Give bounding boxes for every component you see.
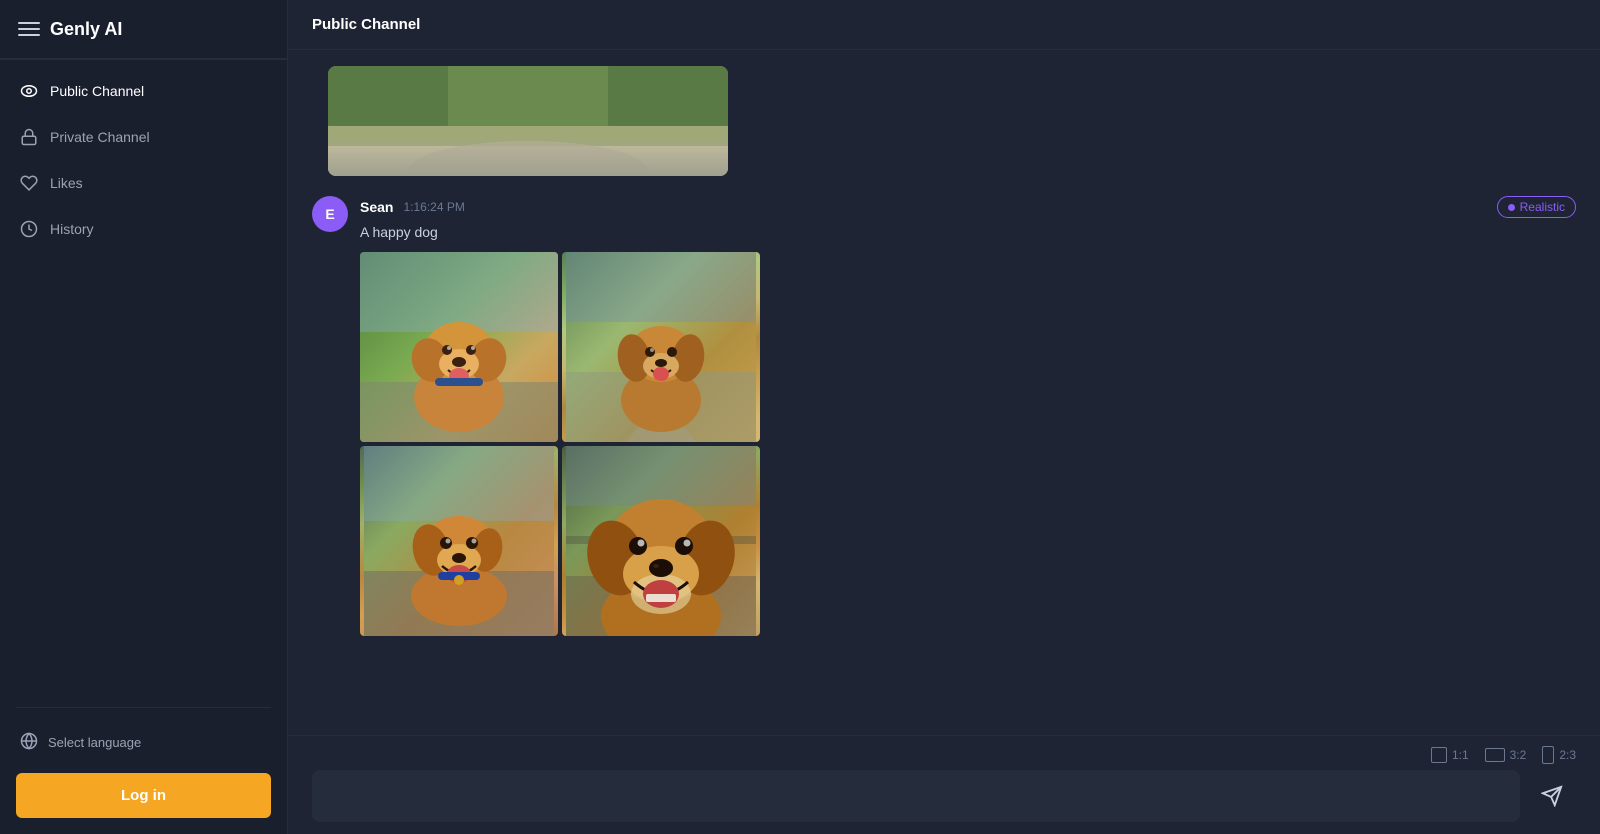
login-button[interactable]: Log in xyxy=(16,773,271,818)
sidebar-header: Genly AI xyxy=(0,0,287,59)
ratio-1-1[interactable]: 1:1 xyxy=(1431,747,1469,763)
top-image-container xyxy=(312,66,1576,176)
sidebar-item-label: Private Channel xyxy=(50,129,150,145)
ratio-2-3-icon xyxy=(1542,746,1554,764)
eye-icon xyxy=(20,82,38,100)
heart-icon xyxy=(20,174,38,192)
message-body: Sean 1:16:24 PM Realistic A happy dog xyxy=(360,196,1576,636)
top-partial-image xyxy=(328,66,728,176)
dog-image-3[interactable] xyxy=(360,446,558,636)
app-title: Genly AI xyxy=(50,19,122,40)
ratio-3-2[interactable]: 3:2 xyxy=(1485,748,1527,762)
message-input[interactable] xyxy=(312,770,1520,822)
sidebar-item-history[interactable]: History xyxy=(0,206,287,252)
dog-image-4[interactable] xyxy=(562,446,760,636)
ratio-bar: 1:1 3:2 2:3 xyxy=(312,736,1576,770)
sidebar-item-public-channel[interactable]: Public Channel xyxy=(0,68,287,114)
input-row xyxy=(312,770,1576,834)
messages-area[interactable]: E Sean 1:16:24 PM Realistic A happy dog xyxy=(288,50,1600,735)
image-grid xyxy=(360,252,760,636)
lock-icon xyxy=(20,128,38,146)
send-icon xyxy=(1541,785,1563,807)
clock-icon xyxy=(20,220,38,238)
main-header: Public Channel xyxy=(288,0,1600,50)
ratio-3-2-icon xyxy=(1485,748,1505,762)
sidebar-item-label: Public Channel xyxy=(50,83,144,99)
sidebar-item-likes[interactable]: Likes xyxy=(0,160,287,206)
sidebar-item-private-channel[interactable]: Private Channel xyxy=(0,114,287,160)
select-language-label: Select language xyxy=(48,735,141,750)
main-content: Public Channel E xyxy=(288,0,1600,834)
sidebar-bottom: Select language Log in xyxy=(0,691,287,834)
language-icon xyxy=(20,732,38,753)
message-text: A happy dog xyxy=(360,224,1576,240)
sidebar-nav: Public Channel Private Channel Likes xyxy=(0,60,287,691)
dog-image-2[interactable] xyxy=(562,252,760,442)
message-item: E Sean 1:16:24 PM Realistic A happy dog xyxy=(312,196,1576,636)
bottom-toolbar: 1:1 3:2 2:3 xyxy=(288,735,1600,834)
avatar: E xyxy=(312,196,348,232)
ratio-2-3[interactable]: 2:3 xyxy=(1542,746,1576,764)
sidebar-bottom-divider xyxy=(16,707,271,708)
select-language[interactable]: Select language xyxy=(16,724,271,761)
dog-image-1[interactable] xyxy=(360,252,558,442)
realistic-badge: Realistic xyxy=(1497,196,1576,218)
send-button[interactable] xyxy=(1528,772,1576,820)
sidebar-item-label: Likes xyxy=(50,175,83,191)
message-username: Sean xyxy=(360,199,393,215)
sidebar: Genly AI Public Channel Private Channel xyxy=(0,0,288,834)
message-header: Sean 1:16:24 PM Realistic xyxy=(360,196,1576,218)
menu-icon[interactable] xyxy=(18,18,40,40)
sidebar-item-label: History xyxy=(50,221,94,237)
message-time: 1:16:24 PM xyxy=(403,200,464,214)
ratio-1-1-icon xyxy=(1431,747,1447,763)
